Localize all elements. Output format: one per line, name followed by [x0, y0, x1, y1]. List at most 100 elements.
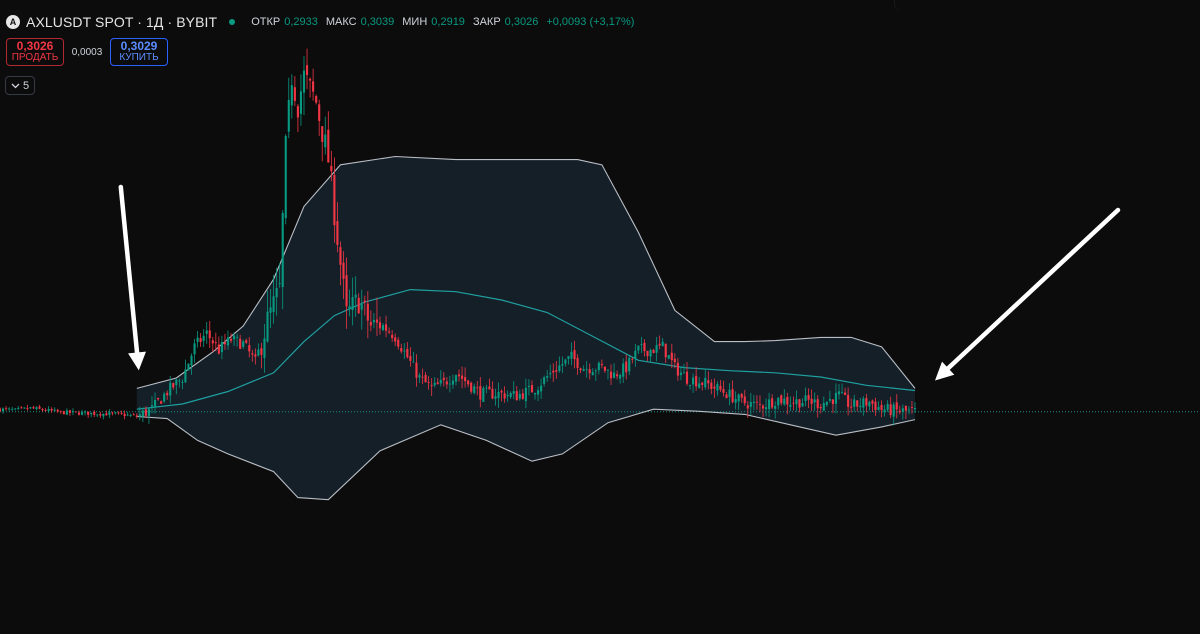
- sell-button[interactable]: 0,3026 ПРОДАТЬ: [6, 38, 64, 66]
- candle-body: [418, 375, 421, 378]
- candle-body: [904, 405, 907, 411]
- candle-body: [391, 334, 394, 339]
- candle-body: [752, 401, 755, 403]
- candle-body: [877, 406, 880, 411]
- candle-body: [537, 390, 540, 395]
- candle-body: [597, 362, 600, 371]
- candle: [208, 320, 211, 348]
- candle-body: [406, 348, 409, 358]
- candle-body: [482, 387, 485, 402]
- candle-body: [309, 78, 312, 81]
- candle-body: [795, 399, 798, 405]
- candle-body: [193, 343, 196, 355]
- candle-body: [619, 374, 622, 379]
- candle-body: [676, 362, 679, 376]
- candle: [309, 77, 312, 98]
- symbol-title[interactable]: AXLUSDT SPOT · 1Д · BYBIT: [26, 14, 217, 30]
- candle-body: [789, 404, 792, 407]
- candle: [68, 409, 71, 416]
- candle-body: [138, 414, 141, 417]
- candle-body: [436, 382, 439, 385]
- candle-body: [345, 275, 348, 307]
- candle-body: [381, 325, 385, 330]
- candle-body: [233, 335, 236, 340]
- open-label: ОТКР: [251, 16, 281, 28]
- candle-body: [430, 385, 433, 387]
- candle-body: [479, 386, 482, 400]
- indicators-toggle-button[interactable]: 5: [5, 76, 36, 95]
- trade-panel: 0,3026 ПРОДАТЬ 0,0003 0,3029 КУПИТЬ: [6, 38, 168, 66]
- candle-body: [646, 350, 649, 356]
- buy-button[interactable]: 0,3029 КУПИТЬ: [110, 38, 168, 66]
- candle-body: [41, 409, 44, 411]
- candle-body: [123, 413, 126, 417]
- candle-body: [755, 401, 758, 403]
- candle-body: [853, 399, 856, 407]
- candle-body: [509, 392, 512, 398]
- candle-body: [543, 377, 546, 384]
- candle-body: [217, 344, 220, 354]
- candle-body: [147, 408, 151, 417]
- candle: [211, 336, 214, 353]
- candle-body: [716, 384, 719, 391]
- candle-body: [293, 87, 296, 101]
- candle-body: [360, 304, 363, 310]
- candle-body: [74, 411, 78, 413]
- candle-body: [822, 403, 825, 411]
- candle-body: [494, 396, 497, 399]
- candle-body: [1, 408, 5, 412]
- candle-body: [17, 408, 20, 409]
- candle-body: [609, 371, 613, 379]
- candle-body: [299, 91, 303, 114]
- candle-body: [847, 394, 850, 407]
- candle-body: [111, 412, 114, 414]
- candle-body: [275, 288, 278, 298]
- candle-body: [634, 350, 637, 359]
- candle-body: [403, 350, 406, 352]
- candle-body: [229, 339, 233, 341]
- candle-body: [68, 410, 71, 413]
- candle-body: [743, 396, 746, 404]
- candle: [193, 338, 196, 363]
- candle-body: [588, 369, 591, 374]
- candle: [293, 76, 296, 107]
- candle-body: [549, 373, 552, 375]
- candle: [84, 410, 87, 416]
- candle-body: [692, 377, 695, 385]
- candle: [132, 412, 135, 416]
- candle-body: [801, 403, 804, 407]
- candle-body: [898, 410, 901, 413]
- candle-body: [600, 363, 603, 366]
- candle-body: [701, 382, 704, 385]
- candle-body: [296, 106, 299, 118]
- price-chart[interactable]: [0, 0, 1200, 634]
- candle-body: [318, 104, 321, 121]
- candle: [296, 104, 299, 133]
- candle-body: [0, 408, 2, 412]
- candle: [90, 412, 93, 418]
- candle-body: [737, 394, 740, 402]
- candle-body: [774, 406, 777, 409]
- candle-body: [710, 382, 713, 390]
- candle-body: [394, 337, 397, 342]
- low-label: МИН: [402, 16, 428, 28]
- candle: [1, 407, 5, 414]
- candle-body: [84, 411, 87, 413]
- candle-body: [415, 362, 418, 378]
- candle: [217, 336, 220, 355]
- candle-body: [163, 393, 166, 402]
- axl-logo-icon: A: [6, 15, 20, 29]
- candle-body: [910, 407, 914, 408]
- candle-body: [248, 345, 251, 352]
- candle-body: [758, 404, 762, 405]
- candle-body: [266, 311, 269, 342]
- candle: [11, 406, 14, 411]
- arrow-right-icon: [935, 207, 1121, 381]
- candle: [667, 354, 670, 360]
- candle-body: [558, 365, 561, 371]
- candle: [108, 409, 111, 418]
- candle-body: [746, 405, 749, 409]
- candle-body: [339, 247, 342, 265]
- candle-body: [330, 165, 333, 172]
- candle-body: [895, 402, 898, 410]
